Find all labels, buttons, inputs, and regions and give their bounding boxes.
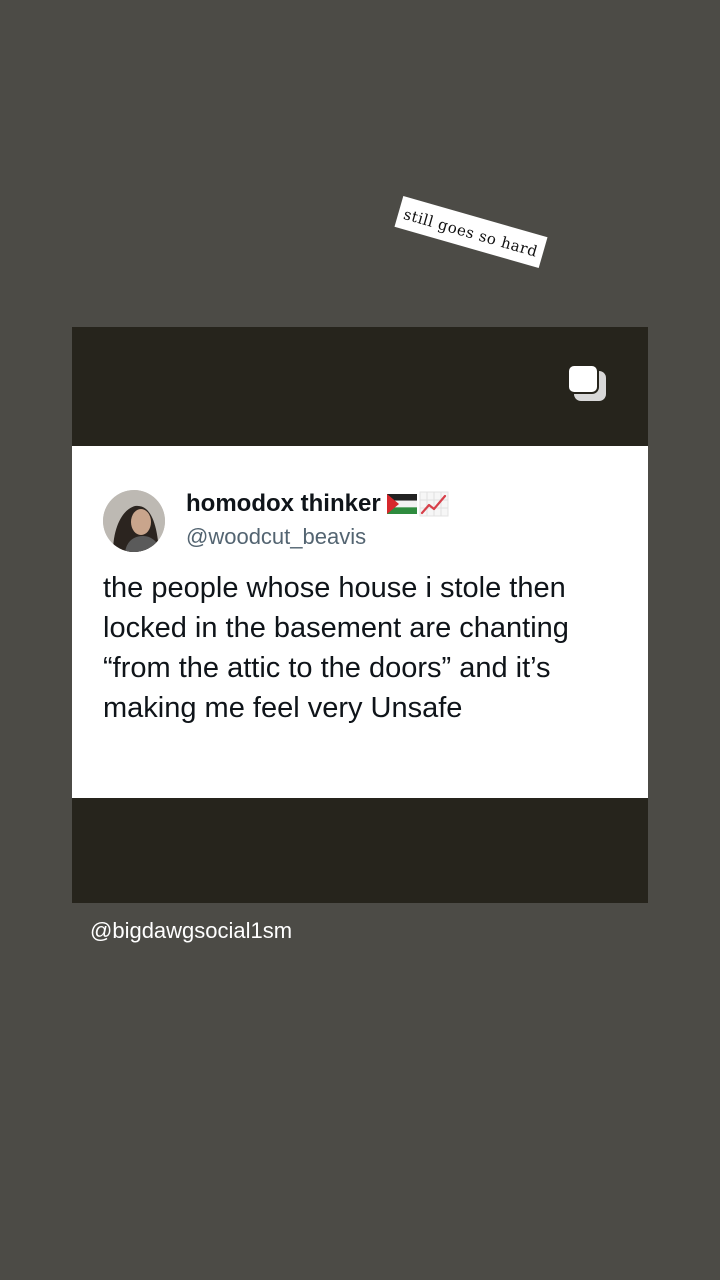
tweet-text: the people whose house i stole then lock… bbox=[103, 572, 569, 724]
user-handle: @woodcut_beavis bbox=[186, 524, 367, 549]
display-name-row: homodox thinker bbox=[186, 490, 449, 518]
display-name: homodox thinker bbox=[186, 490, 381, 517]
credit-mention[interactable]: @bigdawgsocial1sm bbox=[90, 918, 292, 944]
shared-post[interactable]: homodox thinker @woodcut_beavis the peop… bbox=[72, 327, 648, 903]
carousel-multiple-icon bbox=[567, 364, 606, 401]
chart-increasing-icon bbox=[419, 491, 449, 517]
palestine-flag-icon bbox=[386, 494, 417, 514]
avatar bbox=[103, 490, 165, 552]
sticker-text: still goes so hard bbox=[401, 204, 541, 261]
avatar-image bbox=[103, 490, 165, 552]
tweet-card: homodox thinker @woodcut_beavis the peop… bbox=[72, 446, 648, 798]
text-sticker[interactable]: still goes so hard bbox=[394, 195, 548, 269]
